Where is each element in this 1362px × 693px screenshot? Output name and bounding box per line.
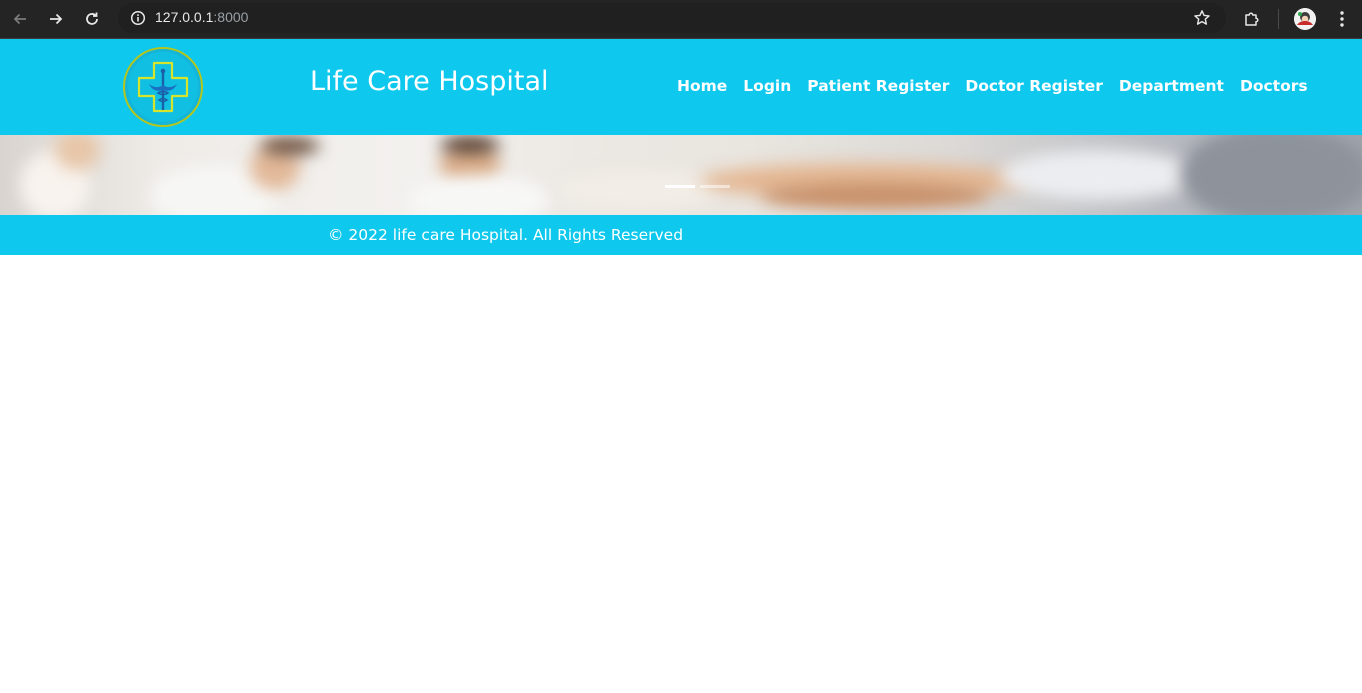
hero-carousel (0, 135, 1362, 215)
nav-patient-register[interactable]: Patient Register (807, 77, 949, 95)
banner-image-shape (1180, 135, 1362, 215)
hospital-cross-logo-icon (123, 47, 203, 127)
banner-image-shape (260, 137, 320, 155)
info-icon (130, 10, 146, 26)
address-bar[interactable]: 127.0.0.1:8000 (118, 3, 1226, 33)
browser-menu-button[interactable] (1328, 5, 1356, 33)
hospital-logo[interactable] (122, 46, 204, 128)
banner-image-shape (560, 170, 720, 210)
nav-login[interactable]: Login (743, 77, 791, 95)
back-button[interactable] (7, 6, 33, 32)
main-nav: Home Login Patient Register Doctor Regis… (677, 77, 1308, 95)
carousel-indicator-2[interactable] (700, 185, 730, 188)
banner-image-shape (1000, 150, 1200, 200)
carousel-indicator-1[interactable] (665, 185, 695, 188)
nav-doctor-register[interactable]: Doctor Register (965, 77, 1102, 95)
nav-doctors[interactable]: Doctors (1240, 77, 1308, 95)
banner-image-shape (440, 137, 500, 153)
browser-toolbar: 127.0.0.1:8000 (0, 0, 1362, 39)
arrow-left-icon (13, 13, 26, 25)
forward-button[interactable] (43, 6, 69, 32)
copyright-text: © 2022 life care Hospital. All Rights Re… (328, 226, 684, 244)
reload-icon (86, 12, 98, 25)
site-title: Life Care Hospital (310, 66, 549, 97)
extensions-button[interactable] (1238, 5, 1266, 33)
carousel-indicators (665, 185, 730, 188)
profile-picture-icon (1294, 8, 1316, 30)
site-info-button[interactable] (128, 8, 148, 28)
puzzle-icon (1245, 12, 1259, 26)
kebab-menu-icon (1340, 11, 1344, 27)
nav-department[interactable]: Department (1119, 77, 1224, 95)
banner-image-shape (760, 183, 990, 209)
star-icon (1194, 10, 1210, 25)
arrow-right-icon (50, 13, 63, 25)
site-footer: © 2022 life care Hospital. All Rights Re… (0, 215, 1362, 255)
reload-button[interactable] (79, 6, 105, 32)
toolbar-divider (1278, 9, 1279, 29)
banner-image-shape (410, 175, 550, 215)
url-host: 127.0.0.1 (155, 9, 214, 25)
banner-image-shape (55, 135, 100, 170)
profile-avatar[interactable] (1294, 8, 1316, 30)
url-port: :8000 (213, 9, 249, 25)
bookmark-button[interactable] (1188, 4, 1216, 32)
nav-home[interactable]: Home (677, 77, 727, 95)
url-text: 127.0.0.1:8000 (155, 9, 248, 25)
site-header: Life Care Hospital Home Login Patient Re… (0, 39, 1362, 135)
